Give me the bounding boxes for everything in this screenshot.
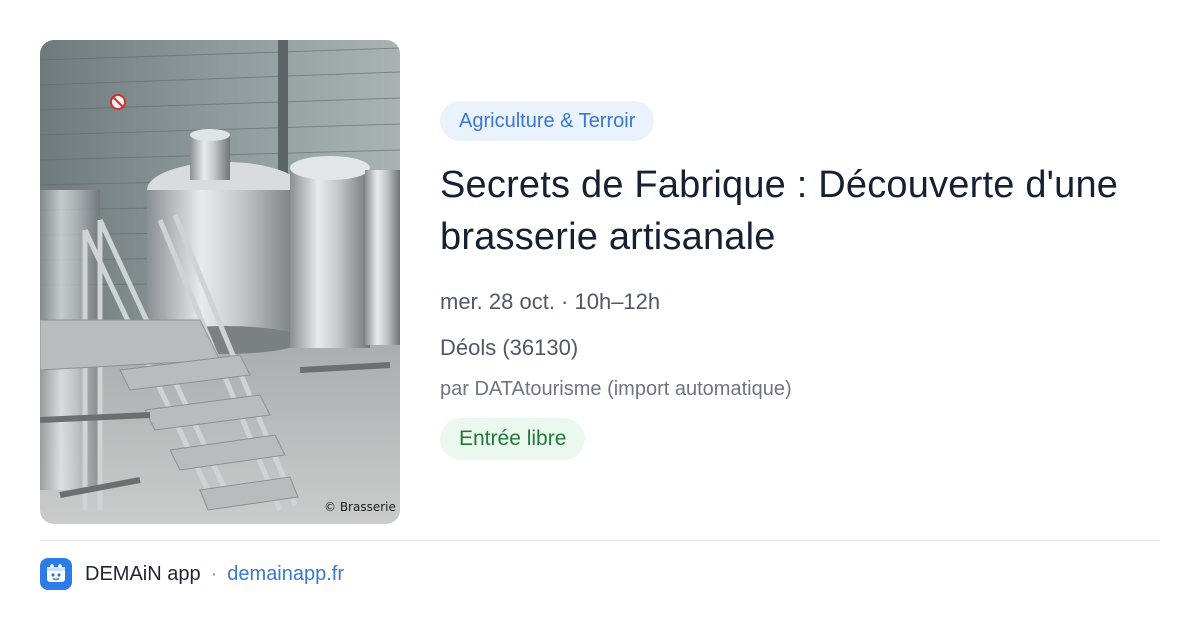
event-datetime: mer. 28 oct. · 10h–12h [440,289,661,314]
photo-credit: © Brasserie [324,500,396,514]
brewery-photo-graphic [40,40,400,524]
event-photo: © Brasserie [40,40,400,524]
footer-separator: · [210,562,218,585]
event-title: Secrets de Fabrique : Découverte d'une b… [440,164,1119,258]
event-organizer: par DATAtourisme (import automatique) [440,378,792,400]
category-badge[interactable]: Agriculture & Terroir [440,101,655,141]
demain-logo-icon [40,558,72,590]
event-details: Agriculture & Terroir Secrets de Fabriqu… [440,101,1160,460]
domain-link[interactable]: demainapp.fr [227,563,344,586]
app-name: DEMAiN app [85,562,201,585]
event-location: Déols (36130) [440,335,579,360]
footer: DEMAiN app · demainapp.fr [40,558,344,590]
price-badge: Entrée libre [440,418,586,460]
footer-divider [40,540,1160,541]
